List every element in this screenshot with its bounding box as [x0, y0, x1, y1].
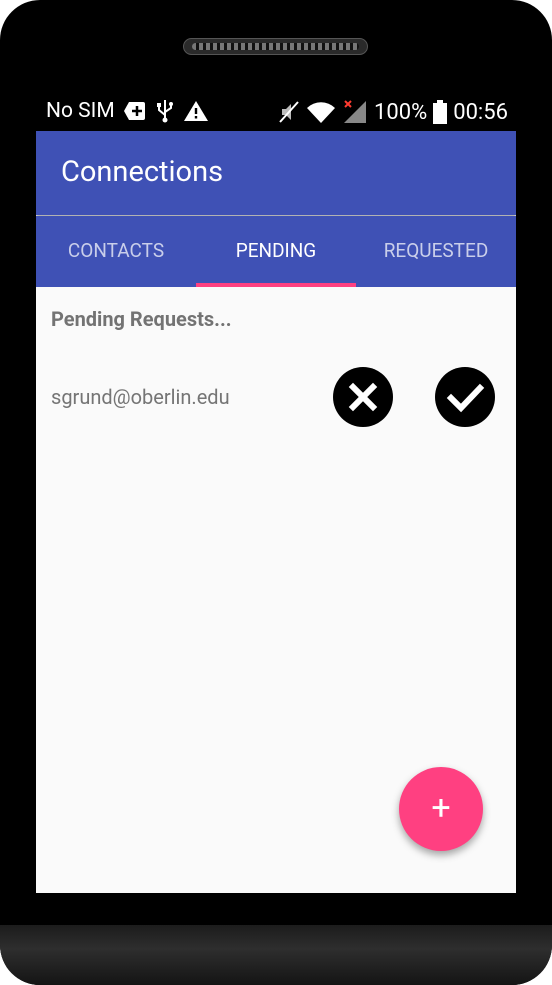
plus-icon: + — [431, 788, 451, 828]
status-bar: No SIM 100% 00:56 — [36, 95, 516, 131]
tab-contacts[interactable]: CONTACTS — [36, 216, 196, 287]
carrier-label: No SIM — [46, 99, 115, 123]
device-frame: No SIM 100% 00:56 Connections CONTACTS P… — [0, 0, 552, 985]
warning-icon — [183, 101, 208, 121]
mute-icon — [279, 101, 299, 123]
app-screen: Connections CONTACTS PENDING REQUESTED P… — [36, 131, 516, 893]
decline-request-button[interactable] — [333, 367, 393, 427]
pending-requests-heading: Pending Requests... — [51, 307, 232, 331]
close-icon — [348, 382, 378, 412]
sim-add-icon — [123, 102, 145, 120]
usb-icon — [156, 100, 173, 123]
battery-icon — [433, 100, 448, 124]
clock: 00:56 — [453, 99, 508, 125]
app-bar: Connections — [36, 131, 516, 215]
check-icon — [446, 383, 485, 413]
wifi-icon — [306, 102, 335, 123]
signal-icon — [343, 100, 366, 123]
accept-request-button[interactable] — [435, 367, 495, 427]
tab-requested[interactable]: REQUESTED — [356, 216, 516, 287]
device-chin — [0, 925, 552, 985]
list-item: sgrund@oberlin.edu — [36, 367, 516, 431]
request-email: sgrund@oberlin.edu — [51, 385, 230, 409]
tab-pending[interactable]: PENDING — [196, 216, 356, 287]
speaker-grille — [183, 38, 368, 55]
tab-bar: CONTACTS PENDING REQUESTED — [36, 216, 516, 287]
battery-percent: 100% — [373, 99, 428, 125]
add-connection-button[interactable]: + — [399, 767, 483, 851]
page-title: Connections — [61, 155, 224, 189]
